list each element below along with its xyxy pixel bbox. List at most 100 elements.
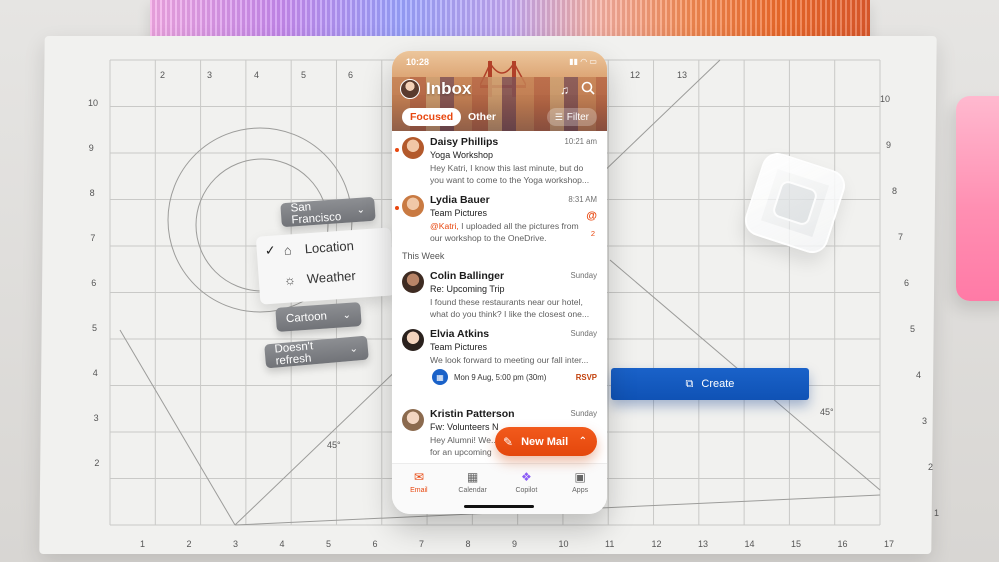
mat-tick-label: 3 bbox=[94, 413, 99, 423]
mail-icon: ✉ bbox=[413, 470, 424, 484]
mat-tick-label: 4 bbox=[254, 70, 259, 80]
mat-tick-label: 15 bbox=[791, 539, 801, 549]
mail-item[interactable]: Elvia Atkins Team Pictures We look forwa… bbox=[392, 323, 607, 403]
rsvp-button[interactable]: RSVP bbox=[576, 373, 597, 382]
mat-tick-label: 1 bbox=[934, 508, 939, 518]
mat-tick-label: 8 bbox=[90, 188, 95, 198]
mat-tick-label: 6 bbox=[348, 70, 353, 80]
avatar bbox=[402, 329, 424, 351]
mat-tick-label: 9 bbox=[512, 539, 517, 549]
mail-time: Sunday bbox=[570, 409, 597, 418]
style-select-value: Cartoon bbox=[285, 310, 328, 326]
mail-item[interactable]: Lydia Bauer Team Pictures @Katri, I uplo… bbox=[392, 189, 607, 247]
apps-icon: ▣ bbox=[574, 470, 586, 484]
mat-tick-label: 13 bbox=[677, 70, 687, 80]
avatar bbox=[402, 137, 424, 159]
mail-time: 10:21 am bbox=[564, 137, 597, 146]
search-icon[interactable] bbox=[581, 81, 595, 95]
filter-button[interactable]: ☰ Filter bbox=[546, 108, 597, 126]
page-title: Inbox bbox=[426, 79, 472, 98]
mat-tick-label: 4 bbox=[93, 368, 98, 378]
chevron-up-icon[interactable]: ⌃ bbox=[579, 436, 587, 447]
mat-tick-label: 1 bbox=[140, 539, 145, 549]
nav-label: Calendar bbox=[458, 487, 487, 494]
status-time: 10:28 bbox=[406, 57, 430, 67]
checkmark-icon: ✓ bbox=[264, 242, 277, 259]
mat-tick-label: 7 bbox=[90, 233, 95, 243]
mail-time: Sunday bbox=[570, 271, 597, 280]
mail-item[interactable]: Daisy Phillips Yoga Workshop Hey Katri, … bbox=[392, 131, 607, 189]
mat-tick-label: 6 bbox=[91, 278, 96, 288]
widget-type-menu: ✓ ⌂ Location ☼ Weather bbox=[255, 227, 396, 305]
home-indicator bbox=[464, 505, 534, 508]
mail-subject: Team Pictures bbox=[430, 208, 488, 218]
nav-label: Email bbox=[410, 487, 428, 494]
mat-tick-label: 17 bbox=[884, 539, 894, 549]
sun-icon: ☼ bbox=[283, 271, 297, 288]
avatar bbox=[402, 409, 424, 431]
tab-other[interactable]: Other bbox=[468, 108, 496, 126]
mat-tick-label: 5 bbox=[92, 323, 97, 333]
mat-tick-label: 10 bbox=[880, 94, 890, 104]
mail-subject: Re: Upcoming Trip bbox=[430, 284, 505, 294]
tab-focused[interactable]: Focused bbox=[402, 108, 462, 126]
mat-tick-label: 12 bbox=[630, 70, 640, 80]
mat-tick-label: 10 bbox=[559, 539, 569, 549]
event-time: Mon 9 Aug, 5:00 pm (30m) bbox=[454, 372, 547, 382]
mat-tick-label: 2 bbox=[187, 539, 192, 549]
image-sparkle-icon: ⧉ bbox=[685, 377, 694, 390]
mat-tick-label: 4 bbox=[280, 539, 285, 549]
nav-apps[interactable]: ▣ Apps bbox=[556, 470, 604, 514]
unread-indicator bbox=[395, 206, 399, 210]
chevron-down-icon: ⌄ bbox=[349, 342, 359, 355]
avatar[interactable] bbox=[400, 79, 420, 99]
mat-angle-label: 45° bbox=[820, 407, 834, 417]
menu-item-label: Weather bbox=[306, 267, 357, 286]
mail-subject: Team Pictures bbox=[430, 342, 488, 352]
building-icon: ⌂ bbox=[283, 241, 293, 258]
copilot-icon: ❖ bbox=[520, 470, 532, 484]
mat-tick-label: 6 bbox=[904, 278, 909, 288]
status-icons: ▮▮ ◠ ▭ bbox=[569, 57, 597, 66]
calendar-icon: ▦ bbox=[432, 369, 448, 385]
mention: @Katri, bbox=[430, 221, 459, 231]
event-invite: ▦ Mon 9 Aug, 5:00 pm (30m) RSVP bbox=[432, 367, 597, 387]
mail-preview: We look forward to meeting our fall inte… bbox=[430, 355, 589, 365]
mat-tick-label: 7 bbox=[898, 232, 903, 242]
filter-label: Filter bbox=[566, 112, 589, 123]
nav-email[interactable]: ✉ Email bbox=[395, 470, 443, 514]
mat-tick-label: 5 bbox=[326, 539, 331, 549]
mail-time: 8:31 AM bbox=[568, 195, 597, 204]
mat-tick-label: 4 bbox=[916, 370, 921, 380]
menu-item-label: Location bbox=[304, 237, 355, 256]
nav-label: Copilot bbox=[515, 487, 538, 494]
new-mail-label: New Mail bbox=[521, 435, 569, 448]
mail-item[interactable]: Colin Ballinger Re: Upcoming Trip I foun… bbox=[392, 265, 607, 323]
mat-tick-label: 3 bbox=[233, 539, 238, 549]
mail-preview: Hey Katri, I know this last minute, but … bbox=[430, 163, 590, 185]
mat-tick-label: 7 bbox=[419, 539, 424, 549]
mat-angle-label: 45° bbox=[327, 440, 341, 450]
create-button[interactable]: ⧉ Create bbox=[611, 368, 809, 400]
mat-tick-label: 3 bbox=[207, 70, 212, 80]
create-button-label: Create bbox=[701, 378, 735, 390]
mail-time: Sunday bbox=[570, 329, 597, 338]
compose-icon: ✎ bbox=[503, 434, 514, 449]
mat-tick-label: 6 bbox=[373, 539, 378, 549]
mat-tick-label: 14 bbox=[745, 539, 755, 549]
mat-tick-label: 16 bbox=[838, 539, 848, 549]
mat-tick-label: 5 bbox=[910, 324, 915, 334]
mat-tick-label: 9 bbox=[89, 143, 94, 153]
mail-preview: @Katri, I uploaded all the pictures from… bbox=[430, 221, 579, 243]
mat-tick-label: 2 bbox=[928, 462, 933, 472]
mat-tick-label: 9 bbox=[886, 140, 891, 150]
mention-count: 2 bbox=[590, 229, 595, 238]
unread-indicator bbox=[395, 148, 399, 152]
mat-tick-label: 13 bbox=[698, 539, 708, 549]
new-mail-button[interactable]: ✎ New Mail ⌃ bbox=[495, 427, 597, 456]
bell-icon[interactable]: ♫ bbox=[560, 83, 569, 97]
nav-label: Apps bbox=[572, 487, 589, 494]
inbox-header: 10:28 ▮▮ ◠ ▭ Inbox ♫ Focused Other ☰ Filt… bbox=[392, 51, 607, 131]
mat-tick-label: 10 bbox=[88, 98, 98, 108]
avatar bbox=[402, 271, 424, 293]
